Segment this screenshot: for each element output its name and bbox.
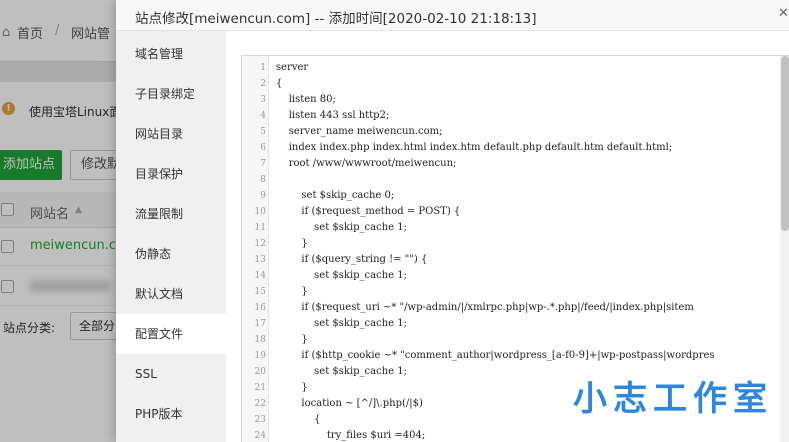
code-line: 8 [242,172,782,188]
code-text: if ($request_method = POST) { [276,206,461,217]
code-line: 5 server_name meiwencun.com; [242,124,782,140]
line-number: 5 [260,127,266,137]
side-nav-item[interactable]: 目录保护 [116,154,226,194]
code-line: 9 set $skip_cache 0; [242,188,782,204]
code-text: } [276,286,308,297]
code-line: 3 listen 80; [242,92,782,108]
modal-title: 站点修改[meiwencun.com] -- 添加时间[2020-02-10 2… [135,11,537,27]
modal-header: 站点修改[meiwencun.com] -- 添加时间[2020-02-10 2… [116,0,789,31]
scrollbar-thumb[interactable] [781,56,789,231]
watermark: 小志工作室 [573,379,773,419]
code-text: set $skip_cache 1; [276,222,407,233]
code-line: 2{ [242,76,782,92]
modal-side-nav: 域名管理 子目录绑定 网站目录 目录保护 流量限制 伪静态 默认文档 配置文件 SSL PHP版本 [116,31,226,442]
line-number: 15 [254,287,266,297]
code-text: } [276,238,308,249]
code-line: 11 set $skip_cache 1; [242,220,782,236]
code-line: 10 if ($request_method = POST) { [242,204,782,220]
code-line: 15 } [242,284,782,300]
code-line: 17 set $skip_cache 1; [242,316,782,332]
line-number: 23 [254,415,266,425]
code-text: if ($query_string != "") { [276,254,428,265]
code-text: root /www/wwwroot/meiwencun; [276,158,457,169]
side-nav-item[interactable]: 域名管理 [116,34,226,74]
side-nav-item[interactable]: 网站目录 [116,114,226,154]
code-text: set $skip_cache 0; [276,190,395,201]
code-text: server [276,62,309,73]
line-number: 14 [254,271,266,281]
line-number: 12 [254,239,266,249]
line-number: 21 [254,383,266,393]
line-number: 20 [254,367,266,377]
line-number: 10 [254,207,266,217]
line-number: 1 [260,63,266,73]
code-line: 7 root /www/wwwroot/meiwencun; [242,156,782,172]
close-icon[interactable]: ✕ [778,6,789,21]
side-nav-item[interactable]: PHP版本 [116,394,226,434]
code-text: server_name meiwencun.com; [276,126,443,137]
code-line: 6 index index.php index.html index.htm d… [242,140,782,156]
code-line: 1 server [242,60,782,76]
code-text: if ($http_cookie ~* "comment_author|word… [276,350,715,361]
line-number: 24 [254,431,266,441]
code-line: 18 } [242,332,782,348]
line-number: 7 [260,159,266,169]
code-text: } [276,382,308,393]
line-number: 2 [260,79,266,89]
line-number: 16 [254,303,266,313]
code-text: listen 80; [276,94,336,105]
code-text: try_files $uri =404; [276,430,426,441]
line-number: 18 [254,335,266,345]
line-number: 8 [260,175,266,185]
code-line: 14 set $skip_cache 1; [242,268,782,284]
code-text: set $skip_cache 1; [276,318,407,329]
code-text: location ~ [^/]\.php(/|$) [276,398,423,409]
line-number: 4 [260,111,266,121]
side-nav-item[interactable]: 子目录绑定 [116,74,226,114]
code-text: set $skip_cache 1; [276,270,407,281]
code-text: { [276,78,283,89]
side-nav-item[interactable]: SSL [116,354,226,394]
code-line: 12 } [242,236,782,252]
line-number: 3 [260,95,266,105]
line-number: 9 [260,191,266,201]
line-number: 13 [254,255,266,265]
line-number: 17 [254,319,266,329]
side-nav-item[interactable]: 流量限制 [116,194,226,234]
line-number: 6 [260,143,266,153]
code-text: listen 443 ssl http2; [276,110,390,121]
side-nav-item[interactable]: 伪静态 [116,234,226,274]
code-line: 24 try_files $uri =404; [242,428,782,442]
line-number: 19 [254,351,266,361]
side-nav-item[interactable]: 默认文档 [116,274,226,314]
code-line: 13 if ($query_string != "") { [242,252,782,268]
code-text: } [276,334,308,345]
line-number: 22 [254,399,266,409]
code-text: { [276,414,321,425]
code-text: set $skip_cache 1; [276,366,407,377]
code-line: 19 if ($http_cookie ~* "comment_author|w… [242,348,782,364]
line-number: 11 [254,223,266,233]
code-line: 4 listen 443 ssl http2; [242,108,782,124]
code-text: if ($request_uri ~* "/wp-admin/|/xmlrpc.… [276,302,694,313]
code-line: 16 if ($request_uri ~* "/wp-admin/|/xmlr… [242,300,782,316]
side-nav-item[interactable]: 配置文件 [116,314,226,354]
code-text: index index.php index.html index.htm def… [276,142,673,153]
